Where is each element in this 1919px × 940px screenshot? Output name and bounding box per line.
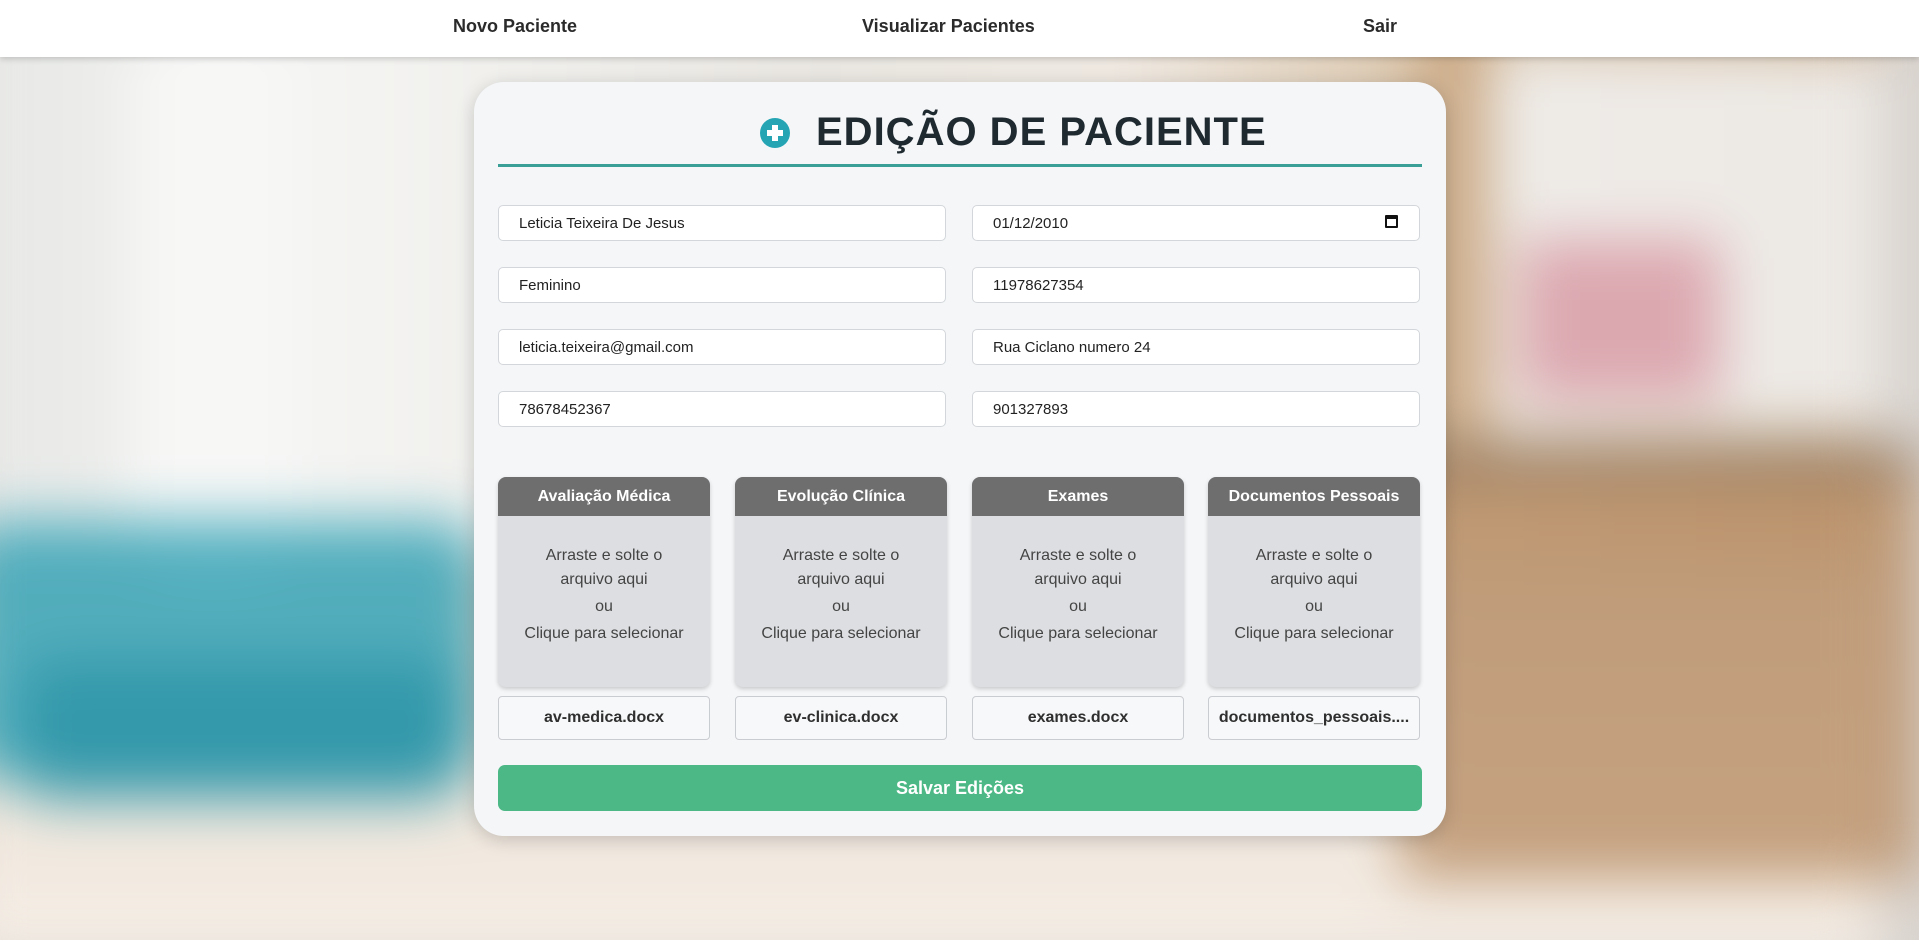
drop-instruction: Arraste e solte o [545, 547, 663, 564]
drop-instruction: arquivo aqui [560, 571, 648, 588]
drop-or-text: ou [595, 598, 613, 615]
calendar-icon[interactable] [1385, 215, 1398, 228]
drop-or-text: ou [832, 598, 850, 615]
top-navbar: Novo Paciente Visualizar Pacientes Sair [0, 0, 1919, 57]
address-input[interactable] [972, 329, 1420, 365]
nav-view-patients-link[interactable]: Visualizar Pacientes [862, 16, 1035, 37]
uploaded-file-name[interactable]: ev-clinica.docx [735, 696, 947, 740]
click-to-select-text: Clique para selecionar [761, 625, 921, 642]
drop-or-text: ou [1069, 598, 1087, 615]
drop-instruction: Arraste e solte o [1019, 547, 1137, 564]
upload-header: Exames [972, 477, 1184, 516]
upload-clinical-evolution-dropzone[interactable]: Evolução Clínica Arraste e solte o arqui… [735, 477, 947, 687]
phone-input[interactable] [972, 267, 1420, 303]
drop-instruction: Arraste e solte o [1255, 547, 1373, 564]
gender-input[interactable] [498, 267, 946, 303]
page-title-block: EDIÇÃO DE PACIENTE [498, 108, 1422, 167]
uploaded-file-name[interactable]: documentos_pessoais.... [1208, 696, 1420, 740]
upload-exams-dropzone[interactable]: Exames Arraste e solte o arquivo aqui ou… [972, 477, 1184, 687]
upload-medical-evaluation-dropzone[interactable]: Avaliação Médica Arraste e solte o arqui… [498, 477, 710, 687]
drop-instruction: arquivo aqui [1270, 571, 1358, 588]
nav-logout-link[interactable]: Sair [1363, 16, 1397, 37]
click-to-select-text: Clique para selecionar [524, 625, 684, 642]
name-input[interactable] [498, 205, 946, 241]
click-to-select-text: Clique para selecionar [998, 625, 1158, 642]
birth-date-wrapper [972, 205, 1420, 241]
upload-header: Evolução Clínica [735, 477, 947, 516]
upload-personal-documents-dropzone[interactable]: Documentos Pessoais Arraste e solte o ar… [1208, 477, 1420, 687]
save-edits-button[interactable]: Salvar Edições [498, 765, 1422, 811]
uploaded-file-name[interactable]: exames.docx [972, 696, 1184, 740]
plus-circle-icon [760, 118, 790, 148]
drop-instruction: arquivo aqui [797, 571, 885, 588]
nav-new-patient-link[interactable]: Novo Paciente [453, 16, 577, 37]
birth-date-input[interactable] [972, 205, 1420, 241]
upload-header: Avaliação Médica [498, 477, 710, 516]
cpf-input[interactable] [498, 391, 946, 427]
click-to-select-text: Clique para selecionar [1234, 625, 1394, 642]
page-title: EDIÇÃO DE PACIENTE [816, 110, 1267, 154]
rg-input[interactable] [972, 391, 1420, 427]
drop-instruction: arquivo aqui [1034, 571, 1122, 588]
drop-or-text: ou [1305, 598, 1323, 615]
upload-header: Documentos Pessoais [1208, 477, 1420, 516]
drop-instruction: Arraste e solte o [782, 547, 900, 564]
email-input[interactable] [498, 329, 946, 365]
uploaded-file-name[interactable]: av-medica.docx [498, 696, 710, 740]
edit-patient-card: EDIÇÃO DE PACIENTE Avaliação Médica Arra… [474, 82, 1446, 836]
